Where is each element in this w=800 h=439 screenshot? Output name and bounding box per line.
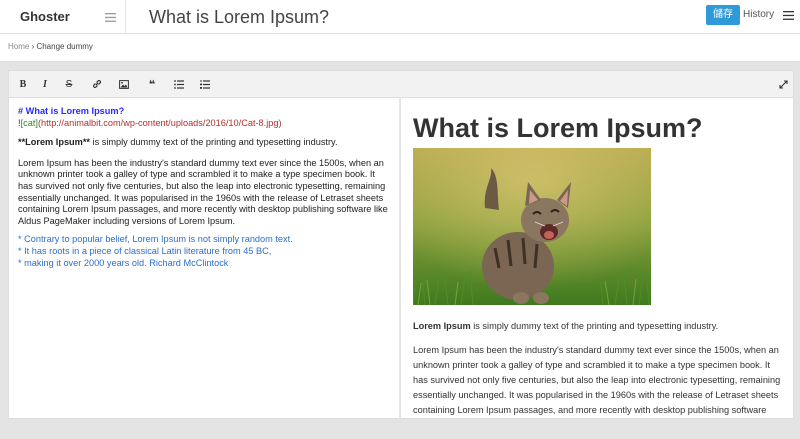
breadcrumb-home[interactable]: Home [8, 42, 29, 51]
bold-icon: B [19, 78, 27, 90]
hamburger-icon [105, 12, 116, 22]
preview-heading: What is Lorem Ipsum? [413, 113, 703, 143]
editor-bold-text: **Lorem Ipsum** [18, 137, 90, 148]
numbered-list-icon [200, 79, 210, 89]
editor-list-item: * It has roots in a piece of classical L… [18, 245, 272, 256]
editor-toolbar: B I S ❝ [8, 70, 794, 97]
editor-list-item: * making it over 2000 years old. Richard… [18, 257, 229, 268]
document-title[interactable]: What is Lorem Ipsum? [149, 0, 329, 34]
markdown-preview: What is Lorem Ipsum? Lorem Ipsum is simp… [401, 97, 794, 419]
italic-icon: I [43, 78, 47, 90]
preview-paragraph-1-rest: is simply dummy text of the printing and… [470, 321, 719, 331]
breadcrumb-current: Change dummy [36, 42, 93, 51]
preview-paragraph-2: Lorem Ipsum has been the industry's stan… [413, 345, 781, 415]
link-icon [93, 80, 101, 88]
strikethrough-button[interactable]: S [61, 76, 77, 92]
fullscreen-button[interactable] [775, 76, 791, 92]
image-icon [119, 79, 129, 89]
cat-image [412, 148, 651, 306]
bold-button[interactable]: B [15, 76, 31, 92]
image-button[interactable] [116, 76, 132, 92]
preview-bold-text: Lorem Ipsum [413, 321, 471, 331]
editor-paragraph-2: Lorem Ipsum has been the industry's stan… [18, 157, 388, 226]
editor-image-alt: [cat] [20, 117, 38, 128]
top-header: Ghoster What is Lorem Ipsum? 儲存 History [0, 0, 800, 34]
italic-button[interactable]: I [37, 76, 53, 92]
editor-heading-line: # What is Lorem Ipsum? [18, 106, 125, 116]
header-menu-button[interactable] [781, 7, 795, 23]
quote-button[interactable]: ❝ [144, 76, 160, 92]
app-brand[interactable]: Ghoster [20, 0, 96, 34]
editor-image-line: ![cat](http://animalbit.com/wp-content/u… [18, 118, 390, 130]
editor-paragraph-1: **Lorem Ipsum** is simply dummy text of … [18, 137, 390, 149]
expand-icon [778, 79, 788, 89]
editor-paragraph-1-rest: is simply dummy text of the printing and… [90, 137, 338, 148]
breadcrumb: Home › Change dummy [0, 34, 800, 62]
preview-paragraph-1: Lorem Ipsum is simply dummy text of the … [413, 319, 781, 334]
editor-list: * Contrary to popular belief, Lorem Ipsu… [18, 234, 390, 269]
editor-list-item: * Contrary to popular belief, Lorem Ipsu… [18, 234, 293, 245]
quote-icon: ❝ [148, 78, 156, 91]
save-button[interactable]: 儲存 [706, 5, 740, 25]
hamburger-icon [782, 10, 794, 20]
link-button[interactable] [89, 76, 105, 92]
numbered-list-button[interactable] [197, 76, 213, 92]
bullet-list-icon [174, 79, 184, 89]
history-link[interactable]: History [743, 0, 774, 30]
editor-image-url: (http://animalbit.com/wp-content/uploads… [37, 117, 282, 128]
markdown-editor[interactable]: # What is Lorem Ipsum? ![cat](http://ani… [8, 97, 400, 419]
strikethrough-icon: S [65, 78, 73, 90]
sidebar-toggle-button[interactable] [96, 0, 126, 34]
bullet-list-button[interactable] [171, 76, 187, 92]
